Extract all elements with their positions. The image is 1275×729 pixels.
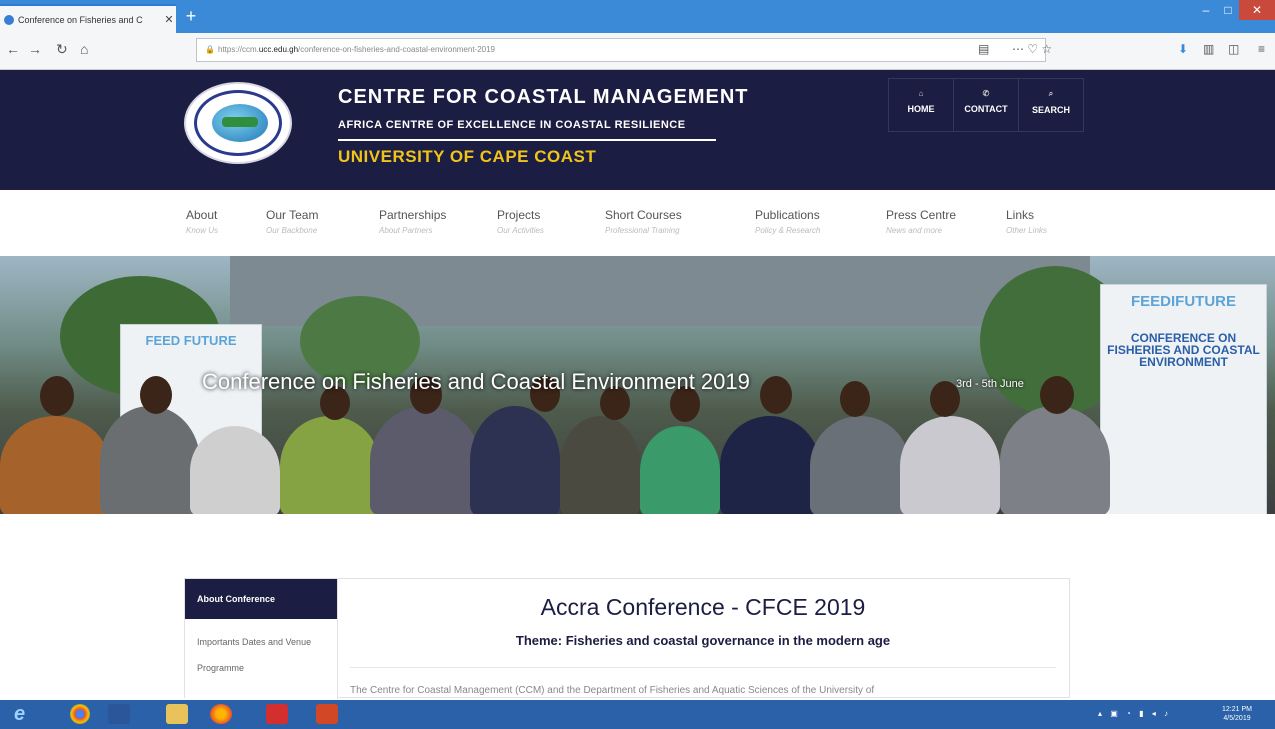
firefox-icon[interactable] xyxy=(210,704,232,724)
top-nav-contact-label: CONTACT xyxy=(964,104,1008,114)
url-prefix: https://ccm. xyxy=(217,45,259,54)
crowd xyxy=(0,376,1275,514)
taskbar-clock[interactable]: 12:21 PM 4/5/2019 xyxy=(1222,705,1252,723)
nav-label: About xyxy=(186,208,218,222)
menu-icon[interactable]: ≡ xyxy=(1258,42,1265,56)
browser-tab-bar: Conference on Fisheries and C ✕ + – □ ✕ xyxy=(0,0,1275,33)
powerpoint-icon[interactable] xyxy=(316,704,338,724)
page-actions-icon[interactable]: ⋯ ♡ ☆ xyxy=(1012,42,1052,56)
lock-icon: 🔒 xyxy=(205,45,215,54)
chrome-icon[interactable] xyxy=(70,704,90,724)
nav-sublabel: Other Links xyxy=(1006,226,1047,235)
top-nav-search-label: SEARCH xyxy=(1031,105,1070,115)
nav-item-links[interactable]: Links Other Links xyxy=(1006,208,1047,235)
sidebar-icon[interactable]: ◫ xyxy=(1228,42,1239,56)
university-name: UNIVERSITY OF CAPE COAST xyxy=(338,147,597,166)
home-browser-icon[interactable]: ⌂ xyxy=(80,41,88,57)
top-nav-home[interactable]: ⌂ HOME xyxy=(889,79,954,131)
top-nav: ⌂ HOME ✆ CONTACT ⌕ SEARCH xyxy=(888,78,1084,132)
nav-sublabel: News and more xyxy=(886,226,943,235)
nav-sublabel: Know Us xyxy=(186,226,219,235)
nav-item-about[interactable]: About Know Us xyxy=(186,208,218,235)
site-header: CENTRE FOR COASTAL MANAGEMENT AFRICA CEN… xyxy=(0,70,1275,190)
nav-item-short-courses[interactable]: Short Courses Professional Training xyxy=(605,208,682,235)
ie-icon[interactable]: e xyxy=(14,704,36,724)
sidebar-item-dates-venue[interactable]: Importants Dates and Venue xyxy=(185,619,337,649)
address-bar[interactable]: 🔒 https://ccm.ucc.edu.gh/conference-on-fi… xyxy=(196,38,1046,62)
search-icon: ⌕ xyxy=(1048,89,1054,98)
content-title: Accra Conference - CFCE 2019 xyxy=(540,594,866,620)
main-nav: About Know Us Our Team Our Backbone Partne… xyxy=(0,190,1275,256)
minimize-button[interactable]: – xyxy=(1195,0,1217,20)
top-nav-search[interactable]: ⌕ SEARCH xyxy=(1019,79,1083,131)
download-icon[interactable]: ⬇ xyxy=(1178,42,1188,56)
nav-sublabel: Professional Training xyxy=(605,226,680,235)
top-nav-home-label: HOME xyxy=(907,104,935,114)
nav-label: Our Team xyxy=(266,208,319,222)
nav-sublabel: Our Activities xyxy=(497,226,544,235)
close-window-button[interactable]: ✕ xyxy=(1239,0,1275,20)
ccm-logo[interactable] xyxy=(184,82,292,164)
banner-right-text: CONFERENCE ON FISHERIES AND COASTAL ENVI… xyxy=(1107,331,1260,369)
content-theme: Theme: Fisheries and coastal governance … xyxy=(515,633,891,648)
sidebar-item-about-conference[interactable]: About Conference xyxy=(185,579,337,619)
sidebar-item-programme[interactable]: Programme xyxy=(185,649,337,673)
system-tray-icons[interactable]: ▴ ▣ ◔ ▮ ◂ ♪ xyxy=(1098,709,1171,718)
banner-right-brand: FEEDIFUTURE xyxy=(1131,293,1236,310)
pdf-reader-icon[interactable] xyxy=(266,704,288,724)
hero-title: Conference on Fisheries and Coastal Envi… xyxy=(202,369,750,394)
nav-label: Publications xyxy=(755,208,820,222)
nav-label: Press Centre xyxy=(886,208,957,222)
nav-sublabel: About Partners xyxy=(379,226,433,235)
hero-image: FEED FUTURE FEEDIFUTURE CONFERENCE ON FI… xyxy=(0,256,1275,514)
forward-icon[interactable]: → xyxy=(28,41,42,57)
conference-sidebar: About Conference Importants Dates and Ve… xyxy=(185,579,338,699)
nav-item-press-centre[interactable]: Press Centre News and more xyxy=(886,208,956,235)
reload-icon[interactable]: ↻ xyxy=(56,41,68,58)
nav-sublabel: Policy & Research xyxy=(755,226,821,235)
nav-sublabel: Our Backbone xyxy=(266,226,318,235)
word-icon[interactable] xyxy=(108,704,130,724)
nav-item-publications[interactable]: Publications Policy & Research xyxy=(755,208,820,235)
tab-title: Conference on Fisheries and C xyxy=(18,14,143,25)
browser-tab[interactable]: Conference on Fisheries and C ✕ xyxy=(0,4,176,33)
favicon-icon xyxy=(4,14,14,25)
hero-date: 3rd - 5th June xyxy=(956,378,1024,390)
reader-icon[interactable]: ▤ xyxy=(978,42,989,56)
content-body: The Centre for Coastal Management (CCM) … xyxy=(350,685,875,696)
phone-icon: ✆ xyxy=(982,89,990,98)
url-domain: ucc.edu.gh xyxy=(258,45,299,54)
clock-time: 12:21 PM xyxy=(1222,706,1252,713)
nav-label: Partnerships xyxy=(379,208,447,222)
url-path: /conference-on-fisheries-and-coastal-env… xyxy=(298,45,496,54)
content-divider xyxy=(350,667,1056,668)
new-tab-button[interactable]: + xyxy=(180,6,202,28)
library-icon[interactable]: ▥ xyxy=(1203,42,1214,56)
nav-label: Projects xyxy=(497,208,541,222)
header-divider xyxy=(338,139,716,141)
browser-toolbar: ← → ↻ ⌂ 🔒 https://ccm.ucc.edu.gh/conferen… xyxy=(0,33,1275,70)
clock-date: 4/5/2019 xyxy=(1223,715,1251,722)
home-icon: ⌂ xyxy=(918,89,924,98)
taskbar: e ▴ ▣ ◔ ▮ ◂ ♪ 12:21 PM 4/5/2019 xyxy=(0,700,1275,729)
window-controls: – □ ✕ xyxy=(1195,0,1275,22)
nav-label: Links xyxy=(1006,208,1035,222)
nav-item-partnerships[interactable]: Partnerships About Partners xyxy=(379,208,446,235)
top-nav-contact[interactable]: ✆ CONTACT xyxy=(954,79,1019,131)
back-icon[interactable]: ← xyxy=(6,41,20,57)
folder-icon[interactable] xyxy=(166,704,188,724)
site-title: CENTRE FOR COASTAL MANAGEMENT xyxy=(338,86,749,108)
banner-left-text: FEED FUTURE xyxy=(145,333,237,348)
site-subtitle: AFRICA CENTRE OF EXCELLENCE IN COASTAL R… xyxy=(338,119,686,131)
nav-item-our-team[interactable]: Our Team Our Backbone xyxy=(266,208,318,235)
tab-close-icon[interactable]: ✕ xyxy=(162,13,176,26)
nav-label: Short Courses xyxy=(605,208,682,222)
nav-item-projects[interactable]: Projects Our Activities xyxy=(497,208,544,235)
maximize-button[interactable]: □ xyxy=(1217,0,1239,20)
